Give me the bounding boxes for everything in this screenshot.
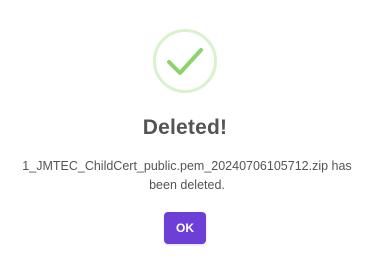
dialog-message: 1_JMTEC_ChildCert_public.pem_20240706105…: [22, 159, 352, 192]
dialog-title: Deleted!: [142, 116, 228, 139]
delete-confirmation-dialog: Deleted! 1_JMTEC_ChildCert_public.pem_20…: [0, 0, 370, 261]
ok-button[interactable]: OK: [164, 212, 206, 244]
success-check-icon: [152, 28, 218, 94]
